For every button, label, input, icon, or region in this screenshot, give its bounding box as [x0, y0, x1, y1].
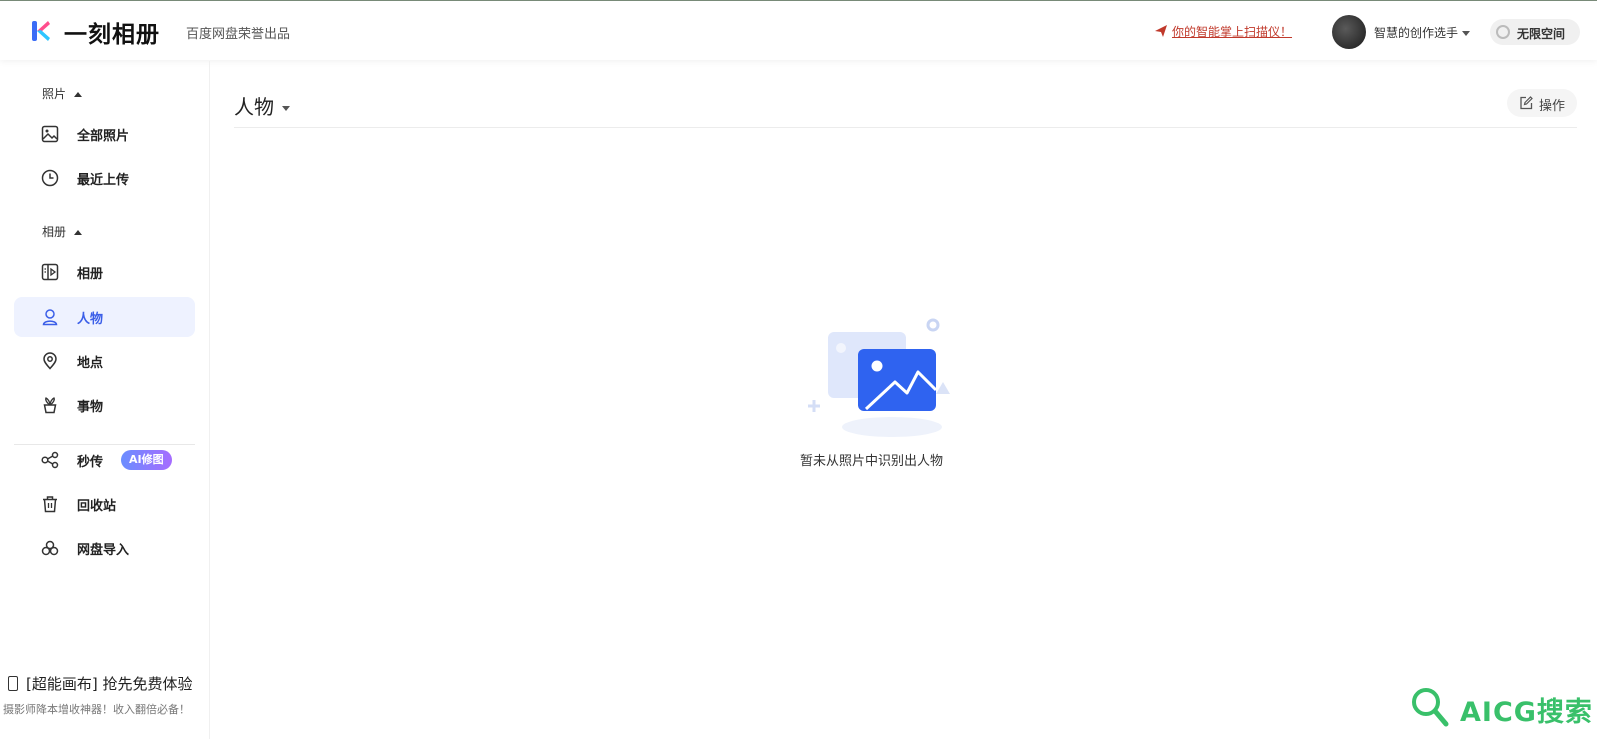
sidebar-item-label: 全部照片 [77, 129, 130, 144]
edit-icon [1520, 96, 1533, 110]
brand-subtitle: 百度网盘荣誉出品 [186, 27, 291, 42]
sidebar-item-label: 事物 [77, 400, 104, 415]
sidebar-item-places[interactable]: 地点 [14, 341, 195, 381]
location-pin-icon [43, 352, 57, 370]
app-logo-icon[interactable] [28, 18, 54, 44]
watermark-text: AICG搜索 [1460, 697, 1593, 728]
sidebar-item-label: 秒传 [77, 455, 104, 470]
sidebar-item-recent-uploads[interactable]: 最近上传 [14, 158, 195, 198]
sidebar-item-label: 网盘导入 [77, 543, 130, 558]
main-content: 人物 操作 暂未从照片中识别出人物 [234, 61, 1577, 739]
person-icon [42, 309, 58, 326]
phone-icon [8, 676, 18, 691]
cloud-import-icon [41, 540, 59, 556]
share-nodes-icon [41, 451, 59, 469]
plant-icon [43, 397, 57, 414]
clock-icon [41, 169, 59, 187]
albums-section-toggle[interactable]: 相册 [42, 223, 83, 240]
ai-retouch-badge[interactable]: AI修图 [121, 450, 172, 470]
sidebar-item-label: 回收站 [77, 499, 117, 514]
album-icon [41, 263, 59, 281]
chevron-up-icon [74, 92, 83, 97]
storage-space-button[interactable]: 无限空间 [1490, 19, 1580, 45]
canvas-promo-label: [超能画布] 抢先免费体验 [26, 675, 193, 693]
photos-section-label: 照片 [42, 87, 67, 101]
username-label: 智慧的创作选手 [1374, 26, 1459, 40]
empty-state-message: 暂未从照片中识别出人物 [799, 454, 943, 469]
sidebar-item-instant-share[interactable]: 秒传 AI修图 [14, 440, 195, 480]
canvas-promo-link[interactable]: [超能画布] 抢先免费体验 [8, 673, 192, 694]
sidebar-item-label: 人物 [77, 312, 104, 327]
chevron-down-icon [1462, 31, 1471, 36]
sidebar-item-netdisk-import[interactable]: 网盘导入 [14, 528, 195, 568]
top-header: 一刻相册 百度网盘荣誉出品 你的智能掌上扫描仪！ 智慧的创作选手 无限空间 [0, 1, 1597, 60]
sidebar-item-people[interactable]: 人物 [14, 297, 195, 337]
title-divider [234, 127, 1577, 128]
albums-section-label: 相册 [42, 225, 67, 239]
brand-name[interactable]: 一刻相册 [64, 15, 160, 49]
photos-section-toggle[interactable]: 照片 [42, 85, 83, 102]
avatar[interactable] [1332, 15, 1366, 49]
operate-button-label: 操作 [1539, 99, 1566, 114]
paper-plane-icon [1155, 25, 1167, 37]
storage-space-label: 无限空间 [1517, 27, 1566, 41]
empty-state-illustration [808, 318, 950, 437]
sidebar: 照片 全部照片 最近上传 相册 相册 人物 地点 事物 秒传 AI修图 回收站 … [0, 61, 210, 739]
page-title: 人物 [234, 95, 274, 119]
canvas-promo-subtitle: 摄影师降本增收神器！收入翻倍必备！ [3, 703, 190, 716]
image-icon [41, 125, 59, 143]
sidebar-item-albums[interactable]: 相册 [14, 252, 195, 292]
operate-button[interactable]: 操作 [1507, 89, 1577, 117]
sidebar-item-things[interactable]: 事物 [14, 385, 195, 425]
sidebar-item-recycle-bin[interactable]: 回收站 [14, 484, 195, 524]
scanner-promo-link[interactable]: 你的智能掌上扫描仪！ [1172, 23, 1292, 40]
chevron-up-icon [74, 230, 83, 235]
gear-icon [1496, 25, 1510, 39]
user-menu[interactable]: 智慧的创作选手 [1374, 24, 1471, 41]
trash-icon [43, 496, 57, 513]
chevron-down-icon [282, 106, 290, 111]
sidebar-item-label: 最近上传 [77, 173, 130, 188]
page-title-dropdown[interactable]: 人物 [234, 91, 290, 120]
sidebar-item-label: 地点 [77, 356, 104, 371]
sidebar-item-label: 相册 [77, 267, 104, 282]
sidebar-item-all-photos[interactable]: 全部照片 [14, 114, 195, 154]
